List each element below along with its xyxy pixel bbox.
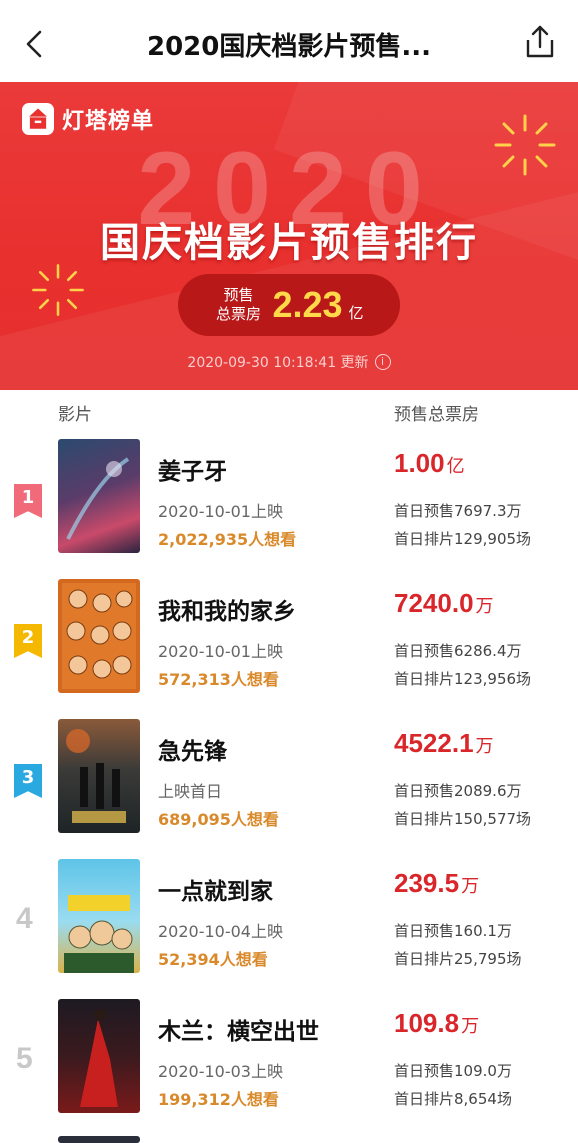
share-icon[interactable] (520, 22, 560, 62)
first-day-screenings: 首日排片129,905场 (394, 530, 532, 548)
presale-box-office: 1.00 亿 (394, 448, 465, 479)
rank-badge: 1 (14, 484, 42, 518)
banner-headline: 国庆档影片预售排行 (100, 220, 478, 266)
first-day-presale: 首日预售6286.4万 (394, 642, 522, 660)
movie-poster[interactable] (58, 719, 140, 833)
page-title: 2020国庆档影片预售... (147, 32, 431, 62)
rank-number: 5 (16, 1042, 33, 1075)
movie-title[interactable]: 急先锋 (158, 732, 227, 766)
presale-box-office: 4522.1 万 (394, 728, 494, 759)
first-day-presale: 首日预售7697.3万 (394, 502, 522, 520)
release-date: 2020-10-04上映 (158, 922, 283, 941)
box-office-value: 4522.1 (394, 728, 474, 758)
first-day-presale: 首日预售2089.6万 (394, 782, 522, 800)
list-item[interactable]: 1 姜子牙 2020-10-01上映 2,022,935人想看 1.00 亿 首日… (0, 434, 578, 574)
info-icon[interactable]: i (374, 354, 391, 370)
movie-title[interactable]: 姜子牙 (158, 452, 227, 486)
first-day-screenings: 首日排片8,654场 (394, 1090, 512, 1108)
box-office-value: 1.00 (394, 448, 445, 478)
total-presale-label: 预售 总票房 (214, 286, 262, 324)
rank-badge: 3 (14, 764, 42, 798)
movie-title[interactable]: 我和我的家乡 (158, 592, 296, 626)
movie-poster[interactable] (58, 1136, 140, 1143)
list-item[interactable]: 3 急先锋 上映首日 689,095人想看 4522.1 万 首日预售2089.6… (0, 714, 578, 854)
box-office-value: 109.8 (394, 1008, 460, 1038)
release-date: 2020-10-01上映 (158, 502, 283, 521)
total-presale-value: 2.23 (272, 284, 343, 325)
list-item[interactable]: 4 一点就到家 2020-10-04上映 52,394人想看 239.5 万 首日… (0, 854, 578, 994)
movie-poster[interactable] (58, 439, 140, 553)
box-office-unit: 万 (475, 736, 494, 757)
movie-title[interactable]: 木兰：横空出世 (158, 1012, 319, 1046)
box-office-unit: 亿 (446, 456, 465, 477)
box-office-unit: 万 (475, 596, 494, 617)
movie-title[interactable]: 一点就到家 (158, 872, 273, 906)
want-to-see-count: 52,394人想看 (158, 950, 268, 969)
rank-number: 4 (16, 902, 33, 935)
hero-banner: 灯塔榜单 2020 国庆档影片预售排行 预售 总票房 2.23 亿 2020-0… (0, 82, 578, 390)
want-to-see-count: 2,022,935人想看 (158, 530, 297, 549)
box-office-value: 239.5 (394, 868, 460, 898)
update-time-text: 2020-09-30 10:18:41 更新 (187, 355, 369, 371)
box-office-value: 7240.0 (394, 588, 474, 618)
nav-bar: 2020国庆档影片预售... (0, 0, 578, 82)
presale-box-office: 109.8 万 (394, 1008, 479, 1039)
column-header-box-office: 预售总票房 (394, 405, 479, 425)
update-time: 2020-09-30 10:18:41 更新 i (0, 352, 578, 372)
presale-box-office: 7240.0 万 (394, 588, 494, 619)
first-day-screenings: 首日排片150,577场 (394, 810, 532, 828)
total-presale-pill: 预售 总票房 2.23 亿 (178, 274, 400, 336)
total-label-line2: 总票房 (215, 305, 261, 323)
list-header: 影片 预售总票房 (0, 390, 578, 434)
want-to-see-count: 689,095人想看 (158, 810, 279, 829)
total-label-line1: 预售 (223, 286, 254, 304)
release-date: 上映首日 (158, 782, 223, 801)
first-day-presale: 首日预售160.1万 (394, 922, 512, 940)
movie-poster[interactable] (58, 579, 140, 693)
first-day-screenings: 首日排片25,795场 (394, 950, 522, 968)
back-arrow-icon[interactable] (14, 24, 54, 64)
list-item[interactable]: 2 我和我的家乡 2020-10-01上映 572,313人想看 7240.0 万… (0, 574, 578, 714)
want-to-see-count: 572,313人想看 (158, 670, 279, 689)
lighthouse-logo-icon (22, 103, 54, 135)
first-day-presale: 首日预售109.0万 (394, 1062, 512, 1080)
movie-poster[interactable] (58, 859, 140, 973)
column-header-movie: 影片 (58, 405, 92, 425)
release-date: 2020-10-03上映 (158, 1062, 283, 1081)
presale-box-office: 239.5 万 (394, 868, 479, 899)
brand: 灯塔榜单 (22, 102, 154, 136)
rank-badge: 2 (14, 624, 42, 658)
total-presale-unit: 亿 (348, 303, 364, 322)
first-day-screenings: 首日排片123,956场 (394, 670, 532, 688)
movie-poster[interactable] (58, 999, 140, 1113)
release-date: 2020-10-01上映 (158, 642, 283, 661)
box-office-unit: 万 (461, 1016, 480, 1037)
box-office-unit: 万 (461, 876, 480, 897)
list-item[interactable]: 5 木兰：横空出世 2020-10-03上映 199,312人想看 109.8 万… (0, 994, 578, 1134)
want-to-see-count: 199,312人想看 (158, 1090, 279, 1109)
firework-icon (32, 264, 84, 316)
